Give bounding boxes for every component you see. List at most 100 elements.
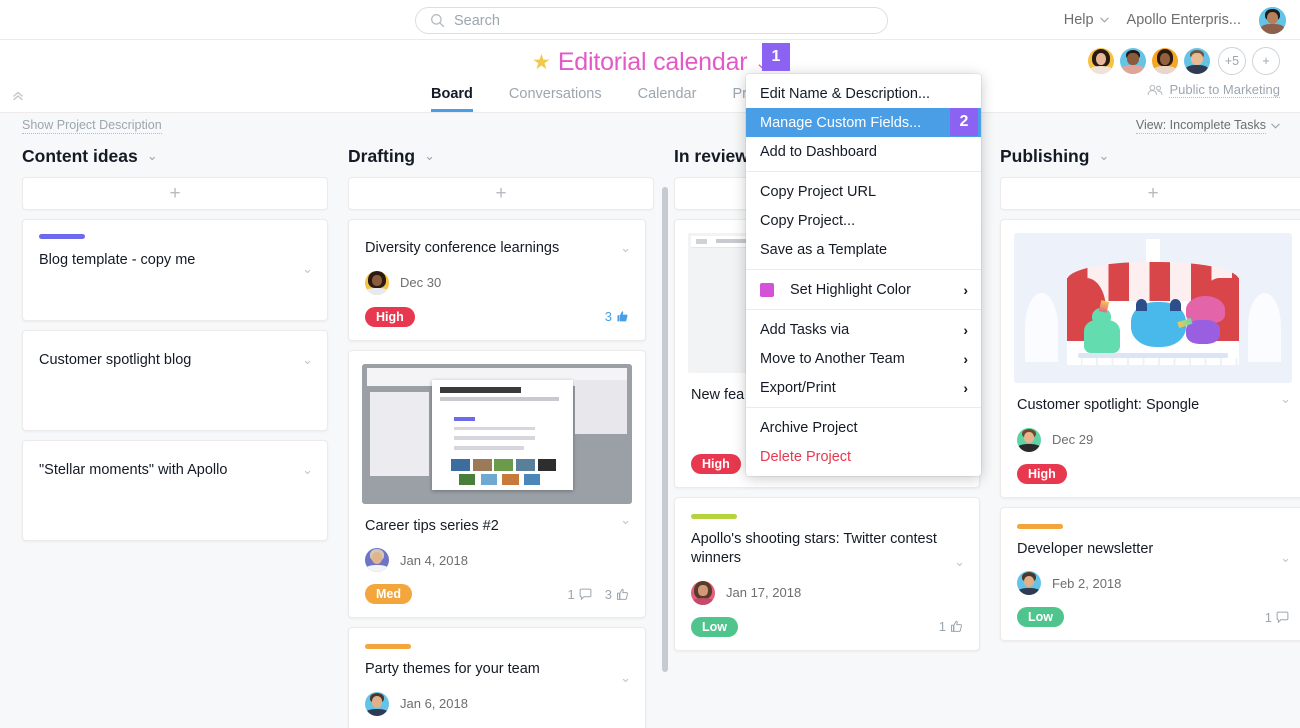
tab-conversations[interactable]: Conversations (509, 86, 602, 112)
task-card[interactable]: Career tips series #2 ⌄ Jan 4, 2018 Med … (348, 349, 646, 619)
card-menu-chevron-icon[interactable]: ⌄ (1280, 550, 1291, 566)
people-icon (1148, 84, 1163, 95)
menu-item-label: Move to Another Team (760, 350, 905, 367)
search-input[interactable]: Search (415, 7, 888, 34)
search-container: Search (415, 7, 888, 34)
menu-item-set-highlight-color[interactable]: Set Highlight Color › (746, 275, 981, 304)
menu-item-copy-project-url[interactable]: Copy Project URL (746, 177, 981, 206)
card-menu-chevron-icon[interactable]: ⌄ (620, 512, 631, 528)
card-menu-chevron-icon[interactable]: ⌄ (620, 670, 631, 686)
add-task-button[interactable]: + (1000, 177, 1300, 210)
due-date: Jan 4, 2018 (400, 552, 468, 568)
like-count-value: 3 (604, 309, 612, 325)
board-column-drafting: Drafting ⌄ + Diversity conference learni… (348, 139, 674, 728)
task-card[interactable]: "Stellar moments" with Apollo ⌄ (22, 440, 328, 541)
column-menu-chevron-icon[interactable]: ⌄ (147, 148, 158, 164)
avatar-face (1259, 6, 1286, 34)
task-card[interactable]: Customer spotlight: Spongle ⌄ Dec 29 Hig… (1000, 219, 1300, 498)
privacy-label: Public to Marketing (1169, 82, 1280, 98)
add-task-button[interactable]: + (22, 177, 328, 210)
card-menu-chevron-icon[interactable]: ⌄ (302, 352, 313, 368)
priority-badge: Low (691, 616, 738, 637)
column-menu-chevron-icon[interactable]: ⌄ (1098, 148, 1109, 164)
menu-item-manage-custom-fields[interactable]: Manage Custom Fields... (746, 108, 981, 137)
menu-separator (746, 407, 981, 408)
project-header: ★ Editorial calendar ⌄ Board Conversatio… (0, 40, 1300, 113)
task-card[interactable]: Party themes for your team ⌄ Jan 6, 2018 (348, 627, 646, 728)
menu-item-save-as-template[interactable]: Save as a Template (746, 235, 981, 264)
task-card[interactable]: Customer spotlight blog ⌄ (22, 330, 328, 431)
card-meta: Jan 6, 2018 (365, 691, 629, 716)
menu-item-edit-name-description[interactable]: Edit Name & Description... (746, 79, 981, 108)
collapse-sidebar-icon[interactable] (12, 89, 26, 104)
comment-count[interactable]: 1 (568, 587, 592, 602)
project-privacy-button[interactable]: Public to Marketing (1147, 82, 1280, 98)
favorite-star-icon[interactable]: ★ (532, 52, 551, 73)
task-title: Apollo's shooting stars: Twitter contest… (691, 530, 937, 567)
task-title: Blog template - copy me (39, 252, 196, 268)
card-thumbnail[interactable] (362, 363, 632, 504)
show-project-description-link[interactable]: Show Project Description (22, 118, 162, 134)
task-card[interactable]: Blog template - copy me ⌄ (22, 219, 328, 321)
assignee-avatar[interactable] (691, 580, 715, 605)
user-avatar[interactable] (1259, 6, 1286, 34)
avatar[interactable] (1118, 46, 1148, 76)
assignee-avatar[interactable] (365, 691, 389, 716)
menu-item-delete-project[interactable]: Delete Project (746, 442, 981, 471)
view-filter-dropdown[interactable]: View: Incomplete Tasks (1135, 118, 1280, 134)
like-count[interactable]: 1 (939, 619, 963, 634)
menu-item-move-to-another-team[interactable]: Move to Another Team › (746, 344, 981, 373)
like-count[interactable]: 3 (605, 587, 629, 602)
column-header: Content ideas ⌄ (22, 139, 348, 173)
topbar-right-group: Help Apollo Enterpris... (1064, 0, 1286, 40)
task-card[interactable]: Diversity conference learnings ⌄ Dec 30 (348, 219, 646, 341)
card-thumbnail[interactable] (1014, 233, 1292, 383)
card-menu-chevron-icon[interactable]: ⌄ (620, 240, 631, 256)
menu-item-archive-project[interactable]: Archive Project (746, 413, 981, 442)
card-footer: Med 1 3 (362, 584, 632, 605)
task-card[interactable]: Apollo's shooting stars: Twitter contest… (674, 496, 980, 651)
add-task-button[interactable]: + (348, 177, 654, 210)
card-footer: High (1014, 463, 1292, 484)
priority-badge: High (365, 306, 415, 327)
like-count[interactable]: 3 (605, 309, 629, 324)
assignee-avatar[interactable] (1017, 427, 1041, 452)
assignee-avatar[interactable] (365, 270, 389, 295)
annotation-badge-2: 2 (950, 108, 978, 136)
card-menu-chevron-icon[interactable]: ⌄ (302, 261, 313, 277)
menu-item-add-to-dashboard[interactable]: Add to Dashboard (746, 137, 981, 166)
assignee-avatar[interactable] (1017, 571, 1041, 596)
avatar[interactable] (1182, 46, 1212, 76)
menu-separator (746, 309, 981, 310)
task-card[interactable]: Developer newsletter ⌄ Feb 2, 2018 Low 1 (1000, 506, 1300, 642)
card-footer: Low 1 (691, 616, 963, 637)
column-scrollbar[interactable] (662, 187, 668, 672)
card-menu-chevron-icon[interactable]: ⌄ (302, 462, 313, 478)
card-meta: Dec 30 (365, 270, 629, 295)
column-title: Content ideas (22, 145, 138, 166)
column-title: Publishing (1000, 145, 1090, 166)
card-meta: Dec 29 (1014, 427, 1292, 452)
avatar[interactable] (1086, 46, 1116, 76)
help-menu-button[interactable]: Help (1064, 12, 1109, 28)
organization-name: Apollo Enterpris... (1126, 12, 1241, 28)
assignee-avatar[interactable] (365, 548, 389, 573)
board-canvas: Show Project Description View: Incomplet… (0, 113, 1300, 728)
due-date: Feb 2, 2018 (1052, 575, 1122, 591)
add-member-button[interactable]: + (1252, 47, 1280, 75)
column-menu-chevron-icon[interactable]: ⌄ (424, 148, 435, 164)
comment-count[interactable]: 1 (1265, 610, 1289, 625)
tab-board[interactable]: Board (431, 86, 473, 112)
card-meta: Feb 2, 2018 (1017, 571, 1289, 596)
card-menu-chevron-icon[interactable]: ⌄ (954, 554, 965, 570)
avatar[interactable] (1150, 46, 1180, 76)
menu-item-copy-project[interactable]: Copy Project... (746, 206, 981, 235)
tab-calendar[interactable]: Calendar (638, 86, 697, 112)
plus-icon: + (1147, 183, 1159, 204)
card-menu-chevron-icon[interactable]: ⌄ (1280, 391, 1291, 407)
menu-item-add-tasks-via[interactable]: Add Tasks via › (746, 315, 981, 344)
more-members-button[interactable]: +5 (1218, 47, 1246, 75)
card-footer: Low 1 (1017, 607, 1289, 628)
menu-item-export-print[interactable]: Export/Print › (746, 373, 981, 402)
task-title: "Stellar moments" with Apollo (39, 462, 228, 478)
